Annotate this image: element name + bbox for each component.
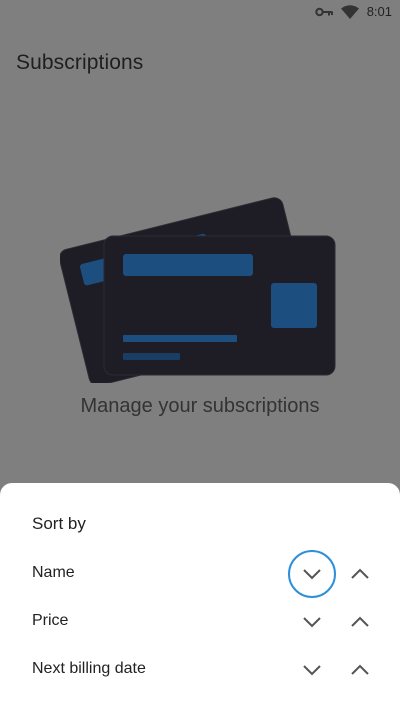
wifi-icon [340, 4, 359, 19]
sheet-title: Sort by [32, 514, 86, 533]
sort-ascending-button[interactable] [336, 646, 384, 694]
sort-descending-button[interactable] [288, 646, 336, 694]
sort-option-label: Next billing date [32, 660, 146, 677]
chevron-down-icon [303, 665, 321, 676]
chevron-down-icon [303, 569, 321, 580]
credit-cards-illustration [58, 178, 345, 386]
sort-option-label: Name [32, 564, 75, 581]
sort-option-name: Name [0, 550, 400, 598]
key-icon [314, 7, 333, 17]
sort-descending-button[interactable] [288, 598, 336, 646]
sort-option-label: Price [32, 612, 69, 629]
chevron-up-icon [351, 568, 369, 579]
chevron-up-icon [351, 616, 369, 627]
sort-bottom-sheet: Sort by Name Price Next billing date [0, 483, 400, 711]
sort-ascending-button[interactable] [336, 550, 384, 598]
page-title: Subscriptions [16, 51, 144, 74]
empty-state-text: Manage your subscriptions [80, 395, 320, 417]
status-time: 8:01 [366, 4, 392, 19]
sort-ascending-button[interactable] [336, 598, 384, 646]
chevron-down-icon [303, 617, 321, 628]
sort-option-price: Price [0, 598, 400, 646]
chevron-up-icon [351, 664, 369, 675]
sort-option-next-billing-date: Next billing date [0, 646, 400, 694]
status-bar: 8:01 [0, 0, 400, 24]
sort-descending-button[interactable] [288, 550, 336, 598]
